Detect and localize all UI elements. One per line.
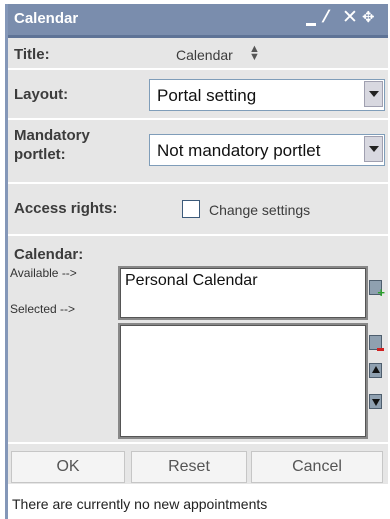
access-rights-row: Access rights: Change settings <box>8 184 388 236</box>
portlet-title: Calendar <box>14 10 79 27</box>
mandatory-select-value: Not mandatory portlet <box>157 141 321 160</box>
reset-button[interactable]: Reset <box>131 451 247 483</box>
button-bar: OK Reset Cancel <box>8 444 388 483</box>
layout-label: Layout: <box>14 86 69 103</box>
sort-icon[interactable]: ▲ ▼ <box>249 44 260 63</box>
layout-select-value: Portal setting <box>157 86 257 105</box>
available-listbox[interactable]: Personal Calendar <box>118 266 368 320</box>
calendar-label: Calendar: <box>14 246 84 263</box>
chevron-down-icon[interactable] <box>364 136 383 162</box>
chevron-down-icon[interactable] <box>364 81 383 107</box>
calendar-portlet-window: Calendar / ✕ ✥ Title: Calendar ▲ ▼ Layout… <box>5 4 388 519</box>
edit-icon[interactable]: / <box>320 7 343 26</box>
appointments-footer: There are currently no new appointments <box>8 484 388 519</box>
mandatory-select[interactable]: Not mandatory portlet <box>149 134 385 166</box>
calendar-row: Calendar: Available --> Selected --> Per… <box>8 236 388 444</box>
move-up-icon[interactable] <box>369 363 382 378</box>
available-label: Available --> <box>10 266 77 280</box>
add-icon[interactable] <box>369 280 385 300</box>
selected-label: Selected --> <box>10 302 76 316</box>
title-label: Title: <box>14 46 50 63</box>
title-row: Title: Calendar ▲ ▼ <box>8 38 388 70</box>
change-settings-checkbox[interactable] <box>182 200 200 218</box>
mandatory-row: Mandatory portlet: Not mandatory portlet <box>8 120 388 184</box>
portlet-titlebar[interactable]: Calendar / ✕ ✥ <box>8 4 388 38</box>
change-settings-label[interactable]: Change settings <box>209 202 310 218</box>
access-rights-label: Access rights: <box>14 200 118 217</box>
cancel-button[interactable]: Cancel <box>251 451 383 483</box>
minimize-icon[interactable] <box>304 11 320 27</box>
close-icon[interactable]: ✕ <box>342 6 358 28</box>
layout-row: Layout: Portal setting <box>8 70 388 120</box>
title-value: Calendar <box>176 47 233 63</box>
no-appointments-message: There are currently no new appointments <box>12 496 268 512</box>
move-down-icon[interactable] <box>369 394 382 409</box>
mandatory-label: Mandatory portlet: <box>14 127 90 163</box>
list-item[interactable]: Personal Calendar <box>125 272 258 290</box>
ok-button[interactable]: OK <box>11 451 125 483</box>
remove-icon[interactable] <box>369 335 384 351</box>
selected-listbox[interactable] <box>118 323 368 439</box>
layout-select[interactable]: Portal setting <box>149 79 385 111</box>
move-icon[interactable]: ✥ <box>362 8 378 26</box>
